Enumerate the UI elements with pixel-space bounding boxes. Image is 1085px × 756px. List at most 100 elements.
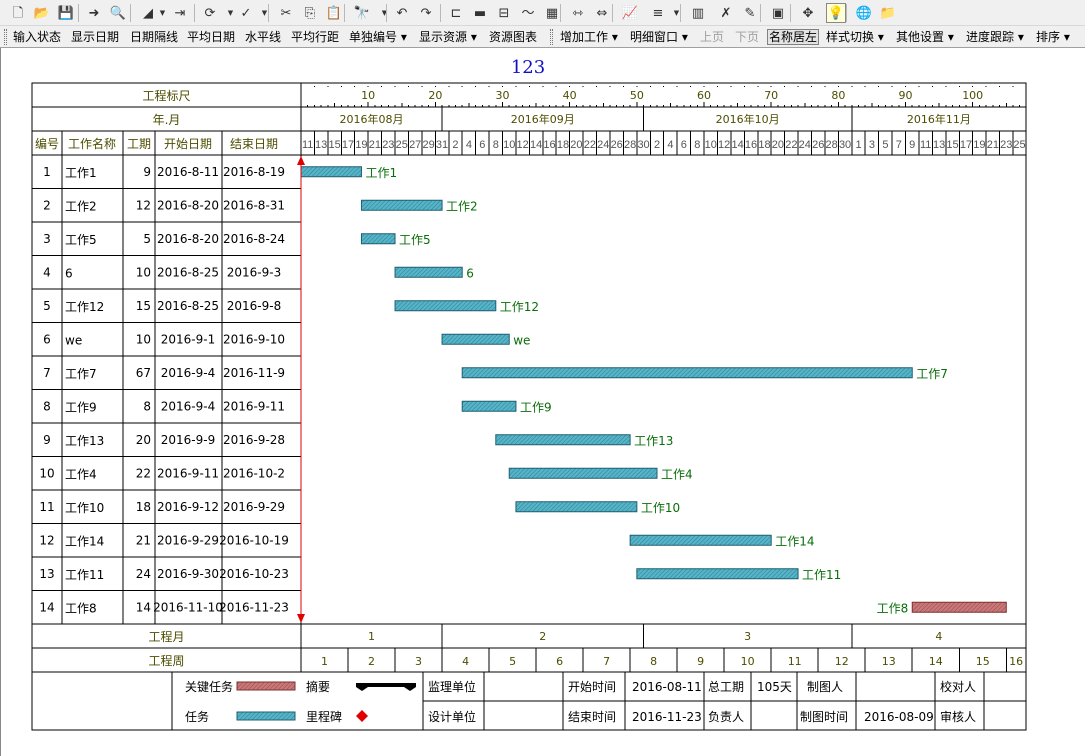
task-bar-label: 工作8 [877,601,909,615]
task-bar [495,434,631,446]
day-label: 26 [611,139,623,151]
start-time-value: 2016-08-11 [632,680,702,694]
project-week-label: 1 [321,655,328,668]
task-number: 2 [43,198,51,212]
day-label: 3 [869,139,875,151]
ruler-label: 60 [697,89,711,102]
task-name: we [65,333,82,347]
day-label: 23 [382,139,394,151]
task-bar [515,501,638,513]
task-bar-label: 工作2 [446,199,478,213]
task-start-date: 2016-8-20 [157,232,219,246]
task-bar-label: 工作5 [399,233,431,247]
task-name: 工作4 [65,467,97,481]
task-bar [360,199,443,211]
total-duration-value: 105天 [757,680,792,694]
project-week-label: 6 [556,655,563,668]
task-name: 工作13 [65,434,104,448]
task-end-date: 2016-8-31 [223,198,285,212]
task-duration: 10 [136,332,151,346]
day-label: 24 [597,139,609,151]
project-week-label: 9 [697,655,704,668]
day-label: 26 [812,139,824,151]
task-bar-label: 工作4 [661,467,693,481]
column-header: 开始日期 [164,137,212,151]
ruler-header: 工程标尺 [142,88,190,103]
task-duration: 5 [143,232,151,246]
column-header: 编号 [35,136,59,151]
project-month-label: 4 [935,630,942,643]
day-label: 28 [826,139,838,151]
day-label: 8 [694,139,700,151]
project-month-label: 1 [368,630,375,643]
task-duration: 12 [136,198,151,212]
task-end-date: 2016-9-3 [227,265,281,279]
project-month-header: 工程月 [148,629,184,644]
project-week-label: 8 [650,655,657,668]
day-label: 19 [355,139,367,151]
task-duration: 22 [136,466,151,480]
designer-label: 设计单位 [428,709,476,724]
project-week-label: 2 [368,655,375,668]
project-week-label: 4 [462,655,469,668]
task-bar-label: 工作1 [365,166,397,180]
task-bar [360,233,396,245]
task-bar-label: 工作10 [641,501,680,515]
day-label: 18 [557,139,569,151]
task-start-date: 2016-9-4 [161,399,215,413]
task-name: 工作11 [65,568,104,582]
task-number: 5 [43,299,51,313]
task-bar [394,300,497,312]
task-bar-label: 工作14 [775,534,814,548]
day-label: 17 [342,139,354,151]
task-start-date: 2016-8-20 [157,198,219,212]
day-label: 4 [466,139,472,151]
task-start-date: 2016-9-4 [161,366,215,380]
end-time-label: 结束时间 [568,710,616,724]
task-name: 工作8 [65,601,97,615]
task-bar-label: 工作13 [634,434,673,448]
project-week-label: 14 [929,655,943,668]
task-bar [300,166,362,178]
task-name: 工作1 [65,166,97,180]
task-number: 14 [39,600,54,614]
task-name: 工作9 [65,400,97,414]
project-week-label: 7 [603,655,610,668]
task-duration: 24 [136,567,151,581]
day-label: 21 [369,139,381,151]
task-name: 工作2 [65,199,97,213]
ruler-label: 100 [962,89,983,102]
project-week-label: 15 [976,655,990,668]
column-header: 工期 [127,137,151,151]
draw-time-label: 制图时间 [800,710,848,724]
task-end-date: 2016-8-24 [223,232,285,246]
task-end-date: 2016-10-2 [223,466,285,480]
year-month-header: 年.月 [153,113,181,127]
project-week-label: 13 [882,655,896,668]
task-duration: 18 [136,500,151,514]
reviewer-label: 审核人 [940,709,976,724]
day-label: 16 [745,139,757,151]
task-name: 工作7 [65,367,97,381]
month-label: 2016年08月 [340,112,404,126]
legend-summary-label: 摘要 [306,679,330,694]
legend-critical-label: 关键任务 [185,679,233,694]
month-label: 2016年09月 [511,112,575,126]
day-label: 31 [436,139,448,151]
task-bar-label: 工作7 [916,367,948,381]
task-end-date: 2016-9-29 [223,500,285,514]
gantt-chart: 工程标尺年.月编号 工作名称 工期 开始日期 结束日期工程月工程周 10 20 30 40 50 6… [31,82,1027,731]
task-bar-label: 6 [466,266,474,280]
legend-task-swatch [236,711,296,721]
legend-milestone-label: 里程碑 [306,709,342,724]
column-header: 工作名称 [68,136,116,151]
day-label: 12 [517,139,529,151]
project-month-label: 3 [744,630,751,643]
task-bar-label: 工作11 [802,568,841,582]
task-bar [441,333,510,345]
task-bar-label: 工作9 [520,400,552,414]
task-number: 12 [39,533,54,547]
ruler-label: 10 [361,89,375,102]
task-number: 6 [43,332,51,346]
day-label: 6 [479,139,485,151]
